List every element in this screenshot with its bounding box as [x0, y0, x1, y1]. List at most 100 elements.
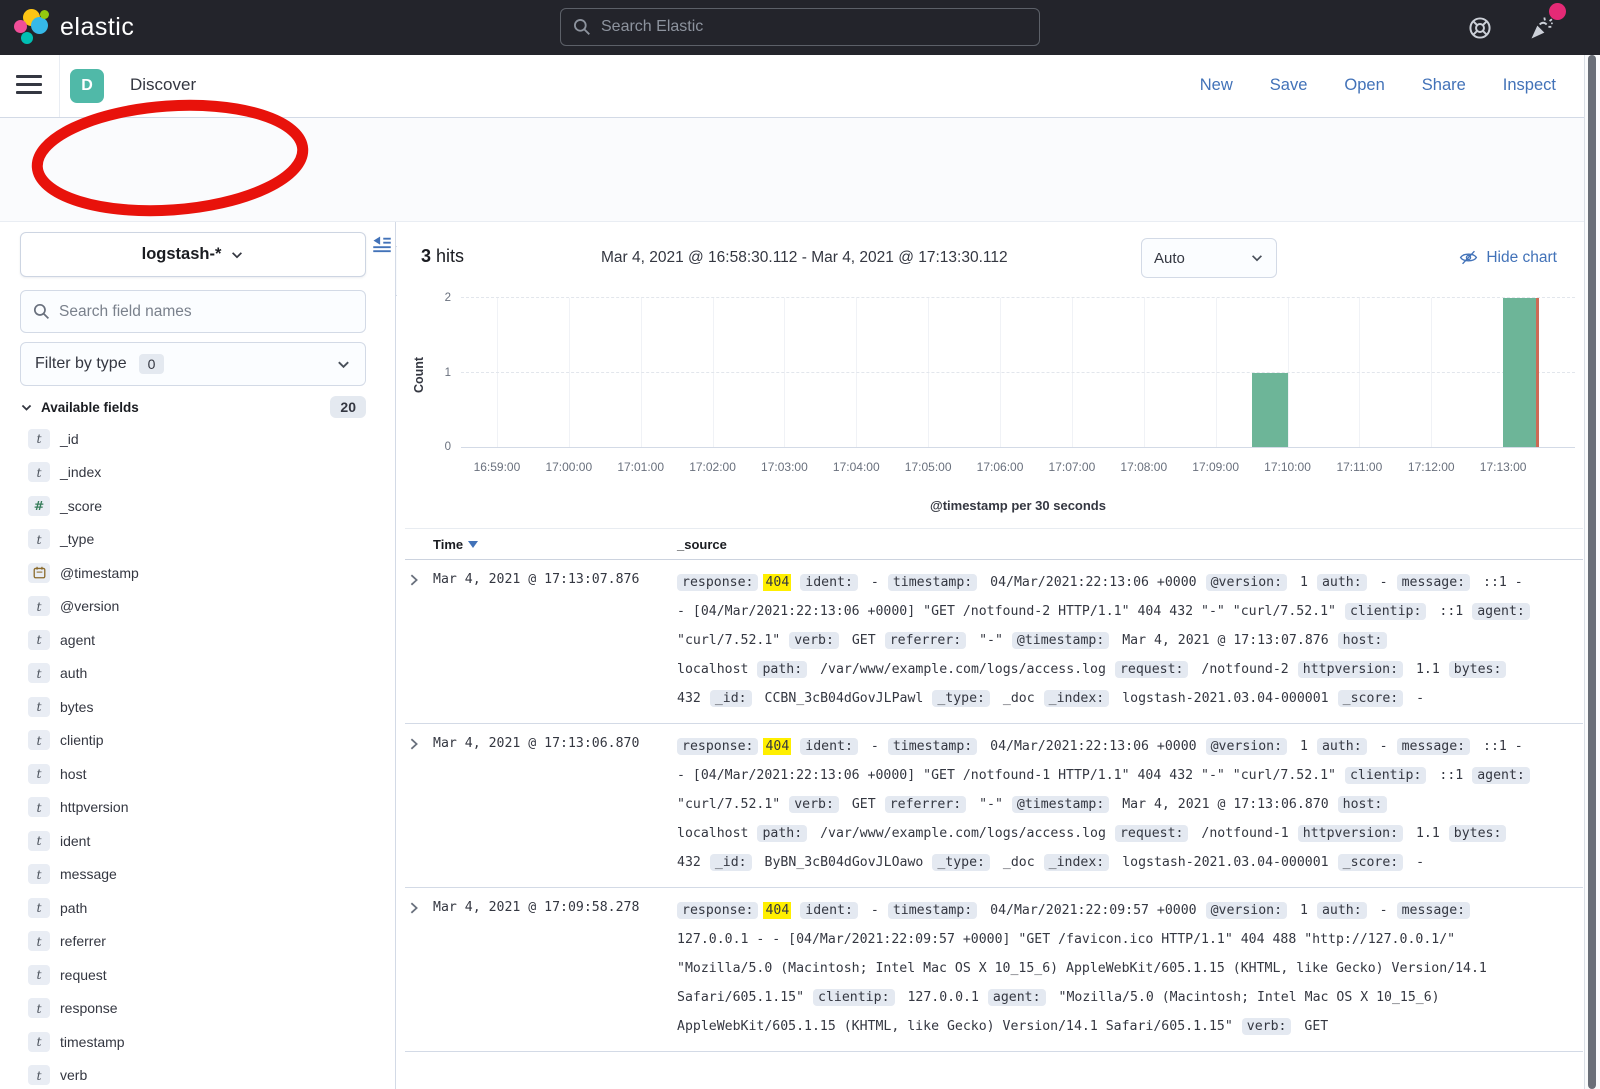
field-key-badge: host: [1338, 632, 1388, 649]
field-item-path[interactable]: tpath [20, 891, 376, 925]
global-search[interactable] [560, 8, 1040, 46]
field-key-badge: @version: [1206, 902, 1287, 919]
x-axis-tick-label: 17:05:00 [905, 460, 952, 474]
chart-vertical-gridline [1288, 298, 1289, 447]
field-key-badge: verb: [1242, 1018, 1292, 1035]
field-key-badge: _index: [1044, 690, 1110, 707]
field-key-badge: path: [757, 661, 807, 678]
available-fields-label: Available fields [41, 400, 139, 415]
elastic-logo[interactable]: elastic [14, 9, 134, 45]
chart-vertical-gridline [1359, 298, 1360, 447]
field-item-_score[interactable]: #_score [20, 489, 376, 523]
chart-horizontal-gridline [461, 297, 1575, 298]
search-icon [33, 303, 50, 320]
field-item-auth[interactable]: tauth [20, 657, 376, 691]
chevron-down-icon [20, 401, 33, 414]
string-type-icon: t [28, 931, 50, 951]
page-scrollbar-track[interactable] [1584, 55, 1600, 1089]
nav-link-new[interactable]: New [1200, 76, 1233, 95]
global-header: elastic [0, 0, 1600, 55]
field-item-response[interactable]: tresponse [20, 992, 376, 1026]
field-search-input[interactable] [59, 303, 353, 321]
interval-select[interactable]: Auto [1141, 238, 1277, 278]
hide-chart-button[interactable]: Hide chart [1459, 248, 1557, 267]
x-axis-tick-label: 17:07:00 [1049, 460, 1096, 474]
x-axis-tick-label: 17:09:00 [1192, 460, 1239, 474]
field-item-_type[interactable]: t_type [20, 523, 376, 557]
field-item-clientip[interactable]: tclientip [20, 724, 376, 758]
chart-vertical-gridline [1000, 298, 1001, 447]
field-key-badge: _type: [932, 854, 990, 871]
chevron-right-icon [407, 737, 421, 751]
field-key-badge: response: [677, 738, 758, 755]
string-type-icon: t [28, 1032, 50, 1052]
chart-vertical-gridline [784, 298, 785, 447]
filter-by-type[interactable]: Filter by type 0 [20, 342, 366, 386]
app-icon-discover[interactable]: D [70, 69, 104, 103]
y-axis-tick-label: 0 [445, 441, 451, 453]
x-axis-tick-label: 17:01:00 [617, 460, 664, 474]
chevron-right-icon [407, 573, 421, 587]
field-key-badge: response: [677, 902, 758, 919]
field-name: bytes [60, 699, 93, 715]
field-search[interactable] [20, 290, 366, 333]
nav-link-inspect[interactable]: Inspect [1503, 76, 1556, 95]
table-body: Mar 4, 2021 @ 17:13:07.876response:404id… [405, 560, 1583, 1052]
field-item-host[interactable]: thost [20, 757, 376, 791]
expand-row-button[interactable] [405, 732, 433, 877]
field-item-@timestamp[interactable]: @timestamp [20, 556, 376, 590]
nav-link-open[interactable]: Open [1344, 76, 1384, 95]
x-axis-tick-label: 17:04:00 [833, 460, 880, 474]
x-axis-tick-label: 17:10:00 [1264, 460, 1311, 474]
search-icon [573, 18, 591, 36]
field-item-verb[interactable]: tverb [20, 1059, 376, 1089]
field-key-badge: timestamp: [888, 574, 977, 591]
collapse-sidebar-icon[interactable] [372, 235, 392, 255]
field-key-badge: referrer: [885, 796, 966, 813]
nav-link-share[interactable]: Share [1422, 76, 1466, 95]
histogram-bar[interactable] [1252, 373, 1288, 448]
field-name: request [60, 967, 107, 983]
field-item-message[interactable]: tmessage [20, 858, 376, 892]
field-key-badge: path: [757, 825, 807, 842]
chart-time-range: Mar 4, 2021 @ 16:58:30.112 - Mar 4, 2021… [601, 249, 1008, 267]
fields-sidebar: logstash-* Filter by type 0 Available fi… [0, 222, 396, 1089]
menu-hamburger-icon[interactable] [16, 75, 42, 94]
field-name: host [60, 766, 86, 782]
source-cell: response:404ident: -timestamp: 04/Mar/20… [677, 896, 1535, 1041]
expand-row-button[interactable] [405, 568, 433, 713]
chart-vertical-gridline [1431, 298, 1432, 447]
string-type-icon: t [28, 831, 50, 851]
field-item-@version[interactable]: t@version [20, 590, 376, 624]
expand-row-button[interactable] [405, 896, 433, 1041]
available-fields-header[interactable]: Available fields 20 [20, 396, 366, 418]
time-cell: Mar 4, 2021 @ 17:13:06.870 [433, 732, 677, 877]
x-axis-tick-label: 17:08:00 [1120, 460, 1167, 474]
help-icon[interactable] [1466, 14, 1494, 42]
field-key-badge: timestamp: [888, 738, 977, 755]
sort-descending-icon[interactable] [468, 541, 478, 548]
field-item-ident[interactable]: tident [20, 824, 376, 858]
column-time[interactable]: Time [433, 537, 463, 552]
field-item-bytes[interactable]: tbytes [20, 690, 376, 724]
chart-vertical-gridline [1072, 298, 1073, 447]
field-item-timestamp[interactable]: ttimestamp [20, 1025, 376, 1059]
field-key-badge: verb: [789, 796, 839, 813]
field-item-agent[interactable]: tagent [20, 623, 376, 657]
histogram-bar[interactable] [1503, 298, 1539, 447]
string-type-icon: t [28, 898, 50, 918]
global-search-input[interactable] [601, 18, 1027, 36]
nav-divider [59, 55, 60, 117]
field-item-referrer[interactable]: treferrer [20, 925, 376, 959]
field-name: @timestamp [60, 565, 139, 581]
nav-link-save[interactable]: Save [1270, 76, 1308, 95]
source-cell: response:404ident: -timestamp: 04/Mar/20… [677, 568, 1535, 713]
index-pattern-selector[interactable]: logstash-* [20, 232, 366, 277]
field-name: _score [60, 498, 102, 514]
field-item-_index[interactable]: t_index [20, 456, 376, 490]
field-item-httpversion[interactable]: thttpversion [20, 791, 376, 825]
field-key-badge: ident: [800, 738, 858, 755]
page-scrollbar-thumb[interactable] [1588, 55, 1596, 1089]
field-item-_id[interactable]: t_id [20, 422, 376, 456]
field-item-request[interactable]: trequest [20, 958, 376, 992]
